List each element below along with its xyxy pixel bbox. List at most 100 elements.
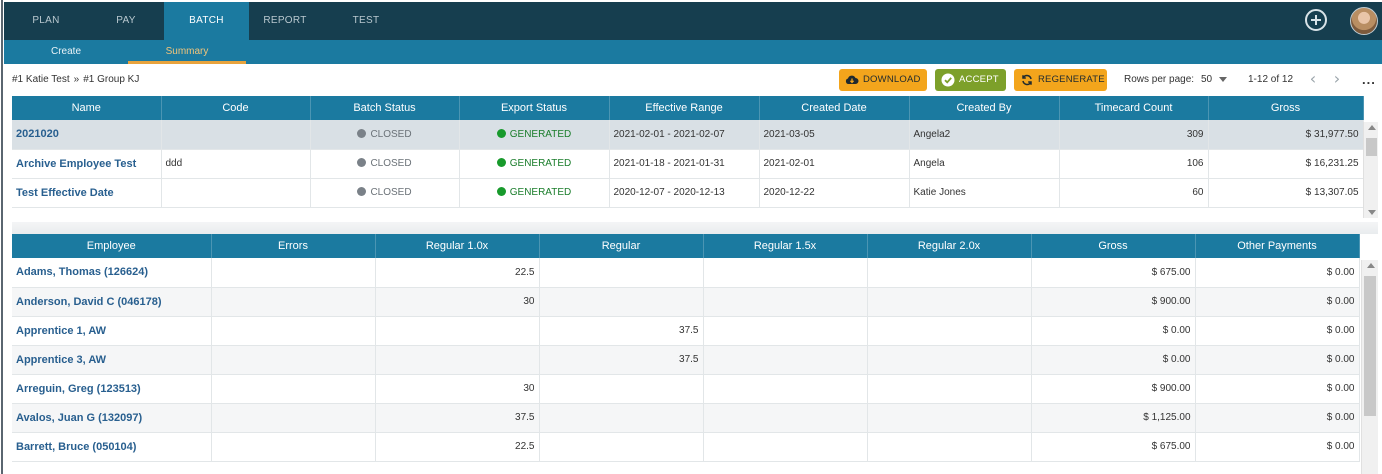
scroll-up-icon[interactable] [1367,263,1375,268]
column-header-other-payments[interactable]: Other Payments [1195,234,1360,258]
add-icon[interactable] [1305,9,1327,31]
regenerate-button[interactable]: REGENERATE [1014,69,1107,91]
regular-1x: 22.5 [375,432,540,462]
more-options-icon[interactable]: ... [1362,72,1376,87]
tab-summary[interactable]: Summary [128,40,246,64]
tab-test[interactable]: TEST [321,2,411,40]
batch-status: CLOSED [370,187,412,198]
column-header-regular-1x[interactable]: Regular 1.0x [375,234,540,258]
column-header-regular[interactable]: Regular [539,234,704,258]
regular [539,432,704,462]
column-header-export-status[interactable]: Export Status [459,96,610,120]
batch-gross: $ 16,231.25 [1208,149,1364,179]
employee-table-scrollbar[interactable] [1361,260,1378,474]
employee-name[interactable]: Arreguin, Greg (123513) [12,374,212,404]
table-row[interactable]: Anderson, David C (046178) 30 $ 900.00 $… [12,287,1360,317]
column-header-employee[interactable]: Employee [12,234,212,258]
regular-2x [867,374,1032,404]
breadcrumb-separator: » [73,74,80,85]
column-header-regular-15x[interactable]: Regular 1.5x [703,234,868,258]
table-row[interactable]: Apprentice 1, AW 37.5 $ 0.00 $ 0.00 [12,316,1360,346]
column-header-code[interactable]: Code [161,96,311,120]
breadcrumb-item-group[interactable]: #1 Katie Test [12,74,70,85]
table-row[interactable]: Archive Employee Test ddd CLOSED GENERAT… [12,149,1364,179]
employee-name[interactable]: Apprentice 3, AW [12,345,212,375]
regular-1x: 30 [375,374,540,404]
chevron-left-icon[interactable]: ‹ [1305,70,1321,88]
table-row[interactable]: Barrett, Bruce (050104) 22.5 $ 675.00 $ … [12,432,1360,462]
batch-name[interactable]: Archive Employee Test [12,149,162,179]
column-header-name[interactable]: Name [12,96,162,120]
tab-report[interactable]: REPORT [249,2,321,40]
export-status-cell: GENERATED [459,178,610,208]
batch-status-cell: CLOSED [310,178,460,208]
gross: $ 1,125.00 [1031,403,1196,433]
top-navigation: PLAN PAY BATCH REPORT TEST [4,2,1382,40]
tab-batch[interactable]: BATCH [164,2,249,40]
batch-table-scrollbar[interactable] [1363,122,1378,218]
regular-15x [703,374,868,404]
employee-name[interactable]: Avalos, Juan G (132097) [12,403,212,433]
batch-name[interactable]: Test Effective Date [12,178,162,208]
table-row[interactable]: Adams, Thomas (126624) 22.5 $ 675.00 $ 0… [12,258,1360,288]
table-row[interactable]: Test Effective Date CLOSED GENERATED 202… [12,178,1364,208]
accept-button[interactable]: ACCEPT [935,69,1006,91]
breadcrumb-item-subgroup[interactable]: #1 Group KJ [83,74,139,85]
batch-name[interactable]: 2021020 [12,120,162,150]
tab-create[interactable]: Create [12,40,120,64]
tab-plan[interactable]: PLAN [4,2,88,40]
tab-pay[interactable]: PAY [88,2,164,40]
errors [211,287,376,317]
batch-status-cell: CLOSED [310,149,460,179]
other-payments: $ 0.00 [1195,374,1360,404]
scrollbar-thumb[interactable] [1366,138,1377,156]
regular-15x [703,258,868,288]
column-header-created-date[interactable]: Created Date [759,96,910,120]
regular-2x [867,258,1032,288]
column-header-timecard-count[interactable]: Timecard Count [1059,96,1209,120]
column-header-gross[interactable]: Gross [1208,96,1364,120]
regenerate-label: REGENERATE [1038,74,1105,85]
gross: $ 675.00 [1031,258,1196,288]
scroll-up-icon[interactable] [1368,125,1376,130]
status-dot-icon [496,128,506,138]
timecard-count: 60 [1059,178,1209,208]
chevron-right-icon[interactable]: › [1329,70,1345,88]
regular-2x [867,316,1032,346]
export-status: GENERATED [509,158,572,169]
column-header-created-by[interactable]: Created By [909,96,1060,120]
regular-1x: 37.5 [375,403,540,433]
regular-15x [703,345,868,375]
errors [211,374,376,404]
batch-code [161,178,311,208]
rows-per-page-select[interactable]: 50 [1201,74,1212,85]
employee-name[interactable]: Apprentice 1, AW [12,316,212,346]
download-button[interactable]: DOWNLOAD [839,69,927,91]
regular-2x [867,287,1032,317]
column-header-batch-status[interactable]: Batch Status [310,96,460,120]
table-header-row: Employee Errors Regular 1.0x Regular Reg… [12,234,1360,258]
avatar[interactable] [1350,7,1378,35]
regular [539,374,704,404]
cloud-download-icon [845,75,859,84]
column-header-errors[interactable]: Errors [211,234,376,258]
gross: $ 0.00 [1031,316,1196,346]
status-dot-icon [357,128,367,138]
table-row[interactable]: Arreguin, Greg (123513) 30 $ 900.00 $ 0.… [12,374,1360,404]
table-row[interactable]: Avalos, Juan G (132097) 37.5 $ 1,125.00 … [12,403,1360,433]
scroll-down-icon[interactable] [1368,210,1376,215]
column-header-gross[interactable]: Gross [1031,234,1196,258]
regular-15x [703,432,868,462]
chevron-down-icon[interactable] [1219,77,1227,82]
regular-2x [867,403,1032,433]
regular-15x [703,316,868,346]
employee-name[interactable]: Anderson, David C (046178) [12,287,212,317]
column-header-regular-2x[interactable]: Regular 2.0x [867,234,1032,258]
column-header-effective-range[interactable]: Effective Range [609,96,760,120]
employee-name[interactable]: Barrett, Bruce (050104) [12,432,212,462]
table-row[interactable]: 2021020 CLOSED GENERATED 2021-02-01 - 20… [12,120,1364,150]
employee-name[interactable]: Adams, Thomas (126624) [12,258,212,288]
regular-1x [375,316,540,346]
scrollbar-thumb[interactable] [1364,276,1376,416]
table-row[interactable]: Apprentice 3, AW 37.5 $ 0.00 $ 0.00 [12,345,1360,375]
